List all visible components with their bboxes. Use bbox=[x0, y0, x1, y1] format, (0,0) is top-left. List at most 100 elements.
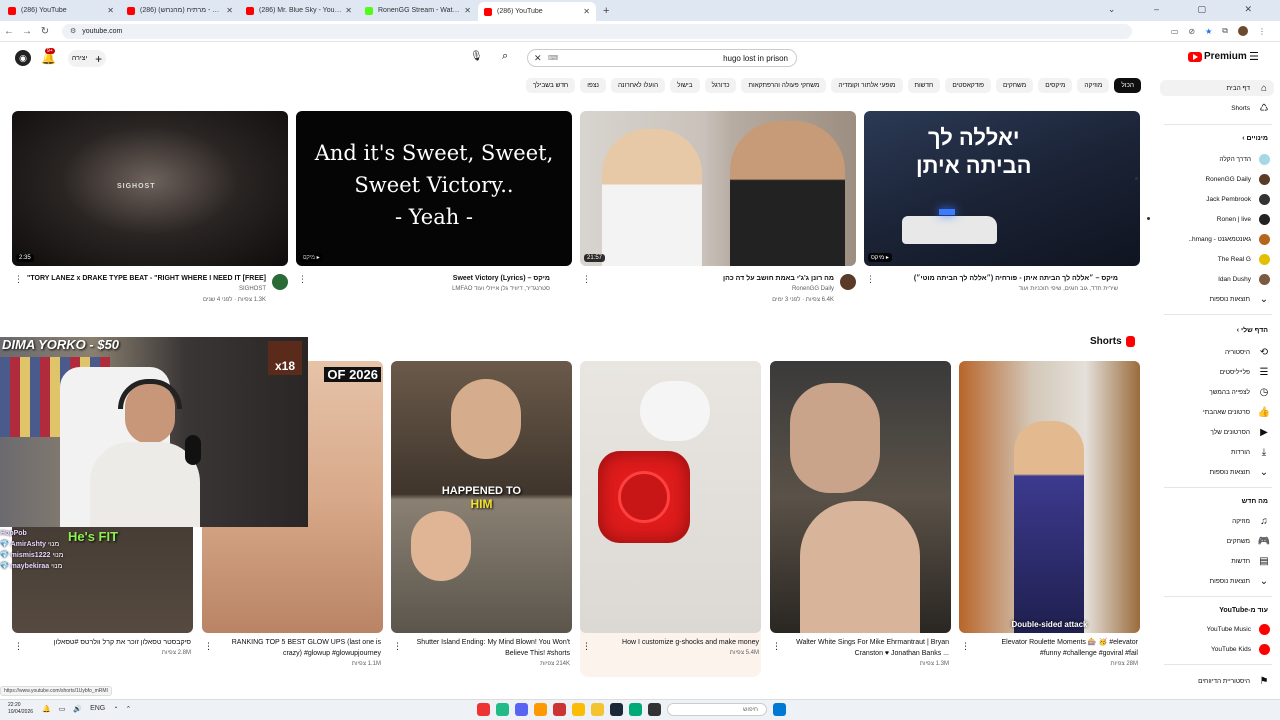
forward-icon[interactable]: → bbox=[18, 26, 36, 37]
short-title[interactable]: Shutter Island Ending: My Mind Blown! Yo… bbox=[391, 637, 572, 659]
bookmark-star-icon[interactable]: ★ bbox=[1205, 27, 1212, 36]
reload-icon[interactable]: ↻ bbox=[36, 26, 54, 37]
more-options-icon[interactable]: ⋮ bbox=[393, 641, 402, 652]
youtube-premium-logo[interactable]: Premium bbox=[1188, 51, 1247, 62]
short-card[interactable]: Double-sided attack Elevator Roulette Mo… bbox=[959, 361, 1140, 669]
channel-avatar[interactable] bbox=[272, 274, 288, 290]
short-title[interactable]: How I customize g-shocks and make money bbox=[580, 637, 761, 648]
short-thumbnail[interactable] bbox=[580, 361, 761, 633]
close-tab-icon[interactable]: ✕ bbox=[583, 7, 590, 16]
site-info-icon[interactable]: ⚙ bbox=[70, 27, 76, 35]
discord-icon[interactable] bbox=[515, 703, 528, 716]
app-icon[interactable] bbox=[477, 703, 490, 716]
video-title[interactable]: [FREE] TORY LANEZ x DRAKE TYPE BEAT - "R… bbox=[12, 274, 288, 284]
more-options-icon[interactable]: ⋮ bbox=[582, 274, 591, 285]
you-header[interactable]: הדף שלי › bbox=[1237, 327, 1268, 334]
chip[interactable]: מופעי אלתור וקומדיה bbox=[831, 78, 903, 93]
more-options-icon[interactable]: ⋮ bbox=[772, 641, 781, 652]
sidebar-item-report-history[interactable]: ⚑ היסטוריית הדיווחים bbox=[1198, 674, 1270, 688]
cast-icon[interactable]: ▭ bbox=[1171, 27, 1179, 36]
short-title[interactable]: Walter White Sings For Mike Ehrmantraut … bbox=[770, 637, 951, 659]
video-title[interactable]: מיקס – Sweet Victory (Lyrics) bbox=[296, 274, 572, 284]
browser-tab[interactable]: עמוד - מרתיח (מהנחש) (286) ✕ bbox=[121, 2, 239, 19]
more-options-icon[interactable]: ⋮ bbox=[14, 641, 23, 652]
chip[interactable]: נצפו bbox=[580, 78, 606, 93]
profile-avatar[interactable] bbox=[1238, 26, 1248, 36]
sidebar-subscription[interactable]: The Real G bbox=[1218, 252, 1270, 266]
sidebar-item-home[interactable]: ⌂ דף הבית bbox=[1227, 81, 1270, 95]
back-icon[interactable]: ← bbox=[0, 26, 18, 37]
short-thumbnail[interactable] bbox=[770, 361, 951, 633]
eye-off-icon[interactable]: ⊘ bbox=[1188, 27, 1195, 36]
new-tab-icon[interactable]: + bbox=[603, 5, 609, 17]
chip[interactable]: מיקסים bbox=[1038, 78, 1073, 93]
sidebar-item-music[interactable]: ♫ מוזיקה bbox=[1232, 514, 1270, 528]
account-avatar[interactable]: ◉ bbox=[15, 50, 31, 66]
sidebar-subscription[interactable]: הדרך הקלה bbox=[1219, 152, 1270, 166]
taskbar-clock[interactable]: 22:20 10/04/2026 bbox=[8, 702, 33, 716]
sidebar-item-downloads[interactable]: ⤓ הורדות bbox=[1231, 445, 1270, 459]
close-tab-icon[interactable]: ✕ bbox=[107, 6, 114, 15]
chip-all[interactable]: הכול bbox=[1114, 78, 1141, 93]
sidebar-item-news[interactable]: ▤ חדשות bbox=[1231, 554, 1270, 568]
create-button[interactable]: יצירה + bbox=[68, 50, 106, 67]
clear-search-icon[interactable]: ✕ bbox=[534, 53, 542, 64]
close-tab-icon[interactable]: ✕ bbox=[464, 6, 471, 15]
chip[interactable]: חדשות bbox=[907, 78, 941, 93]
short-thumbnail[interactable]: Double-sided attack bbox=[959, 361, 1140, 633]
subscriptions-header[interactable]: מינויים › bbox=[1242, 135, 1268, 142]
channel-avatar[interactable] bbox=[840, 274, 856, 290]
more-options-icon[interactable]: ⋮ bbox=[14, 274, 23, 285]
extensions-icon[interactable]: ⧉ bbox=[1222, 26, 1228, 36]
folder-icon[interactable] bbox=[591, 703, 604, 716]
short-title[interactable]: Elevator Roulette Moments 🎰 🥳 #elevator … bbox=[959, 637, 1140, 659]
short-card[interactable]: HAPPENED TO HIM Shutter Island Ending: M… bbox=[391, 361, 572, 669]
sidebar-item-your-videos[interactable]: ▶ הסרטונים שלך bbox=[1210, 425, 1270, 439]
search-input[interactable]: hugo lost in prison ⌨ ✕ bbox=[527, 49, 797, 67]
app-icon[interactable] bbox=[629, 703, 642, 716]
steam-icon[interactable] bbox=[610, 703, 623, 716]
short-title[interactable]: RANKING TOP 5 BEST GLOW UPS (last one is… bbox=[202, 637, 383, 659]
chip[interactable]: חדש בשבילך bbox=[525, 78, 576, 93]
video-card[interactable]: יאללה לך הביתה איתן מיקס ▸ מיקס – ״אללה … bbox=[864, 111, 1140, 295]
chrome-icon[interactable] bbox=[572, 703, 585, 716]
app-icon[interactable] bbox=[648, 703, 661, 716]
microphone-icon[interactable]: 🎙 bbox=[470, 51, 483, 62]
chip[interactable]: בישול bbox=[670, 78, 700, 93]
video-thumbnail[interactable]: יאללה לך הביתה איתן מיקס ▸ bbox=[864, 111, 1140, 266]
channel-name[interactable]: SIGHOST bbox=[12, 284, 288, 295]
notifications-icon[interactable]: 🔔 bbox=[42, 705, 51, 713]
browser-tab[interactable]: (286) YouTube ✕ bbox=[2, 2, 120, 19]
more-options-icon[interactable]: ⋮ bbox=[961, 641, 970, 652]
browser-tab[interactable]: (286) Mr. Blue Sky - YouTube ✕ bbox=[240, 2, 358, 19]
short-card[interactable]: Walter White Sings For Mike Ehrmantraut … bbox=[770, 361, 951, 669]
browser-menu-icon[interactable]: ⋮ bbox=[1258, 27, 1266, 36]
sidebar-show-more[interactable]: ⌄ תוצאות נוספות bbox=[1210, 465, 1270, 479]
sidebar-subscription[interactable]: RonenGG Daily bbox=[1135, 172, 1270, 186]
sidebar-subscription[interactable]: Jack Pembrook bbox=[1206, 192, 1270, 206]
more-options-icon[interactable]: ⋮ bbox=[582, 641, 591, 652]
short-title[interactable]: סיקבסטר טסאלון זוכר את קרל וולרטס #טסאלו… bbox=[12, 637, 193, 648]
close-tab-icon[interactable]: ✕ bbox=[345, 6, 352, 15]
sidebar-item-shorts[interactable]: ♺ Shorts bbox=[1231, 101, 1270, 115]
sidebar-subscription[interactable]: Idan Dushy bbox=[1218, 272, 1270, 286]
video-card[interactable]: 21:57 מה רונן ג'ג'י באמת חושב על דה כהן … bbox=[580, 111, 856, 306]
app-icon[interactable] bbox=[534, 703, 547, 716]
video-card[interactable]: SIGHOST 2:35 [FREE] TORY LANEZ x DRAKE T… bbox=[12, 111, 288, 306]
chip[interactable]: כדורגל bbox=[704, 78, 737, 93]
url-field[interactable]: ⚙ youtube.com bbox=[62, 23, 1132, 39]
browser-tab[interactable]: RonenGG Stream - Watch Live ✕ bbox=[359, 2, 477, 19]
sidebar-item-watch-later[interactable]: ◷ לצפייה בהמשך bbox=[1209, 385, 1270, 399]
video-title[interactable]: מה רונן ג'ג'י באמת חושב על דה כהן bbox=[580, 274, 856, 284]
video-thumbnail[interactable]: And it's Sweet, Sweet, Sweet Victory.. -… bbox=[296, 111, 572, 266]
taskbar-search[interactable]: חיפוש bbox=[667, 703, 767, 716]
chip[interactable]: מוזיקה bbox=[1077, 78, 1110, 93]
sidebar-item-history[interactable]: ⟲ היסטוריה bbox=[1225, 345, 1270, 359]
windows-start-icon[interactable] bbox=[773, 703, 786, 716]
sidebar-item-playlists[interactable]: ☰ פלייליסטים bbox=[1220, 365, 1270, 379]
sidebar-subscription[interactable]: Ronen | live bbox=[1146, 212, 1270, 226]
sidebar-subscription[interactable]: גאונטמאגנט - hmang.. bbox=[1188, 232, 1270, 246]
short-card-hovered[interactable]: How I customize g-shocks and make money … bbox=[580, 361, 761, 677]
video-thumbnail[interactable]: 21:57 bbox=[580, 111, 856, 266]
notifications-bell-icon[interactable]: 🔔 9+ bbox=[41, 48, 56, 65]
